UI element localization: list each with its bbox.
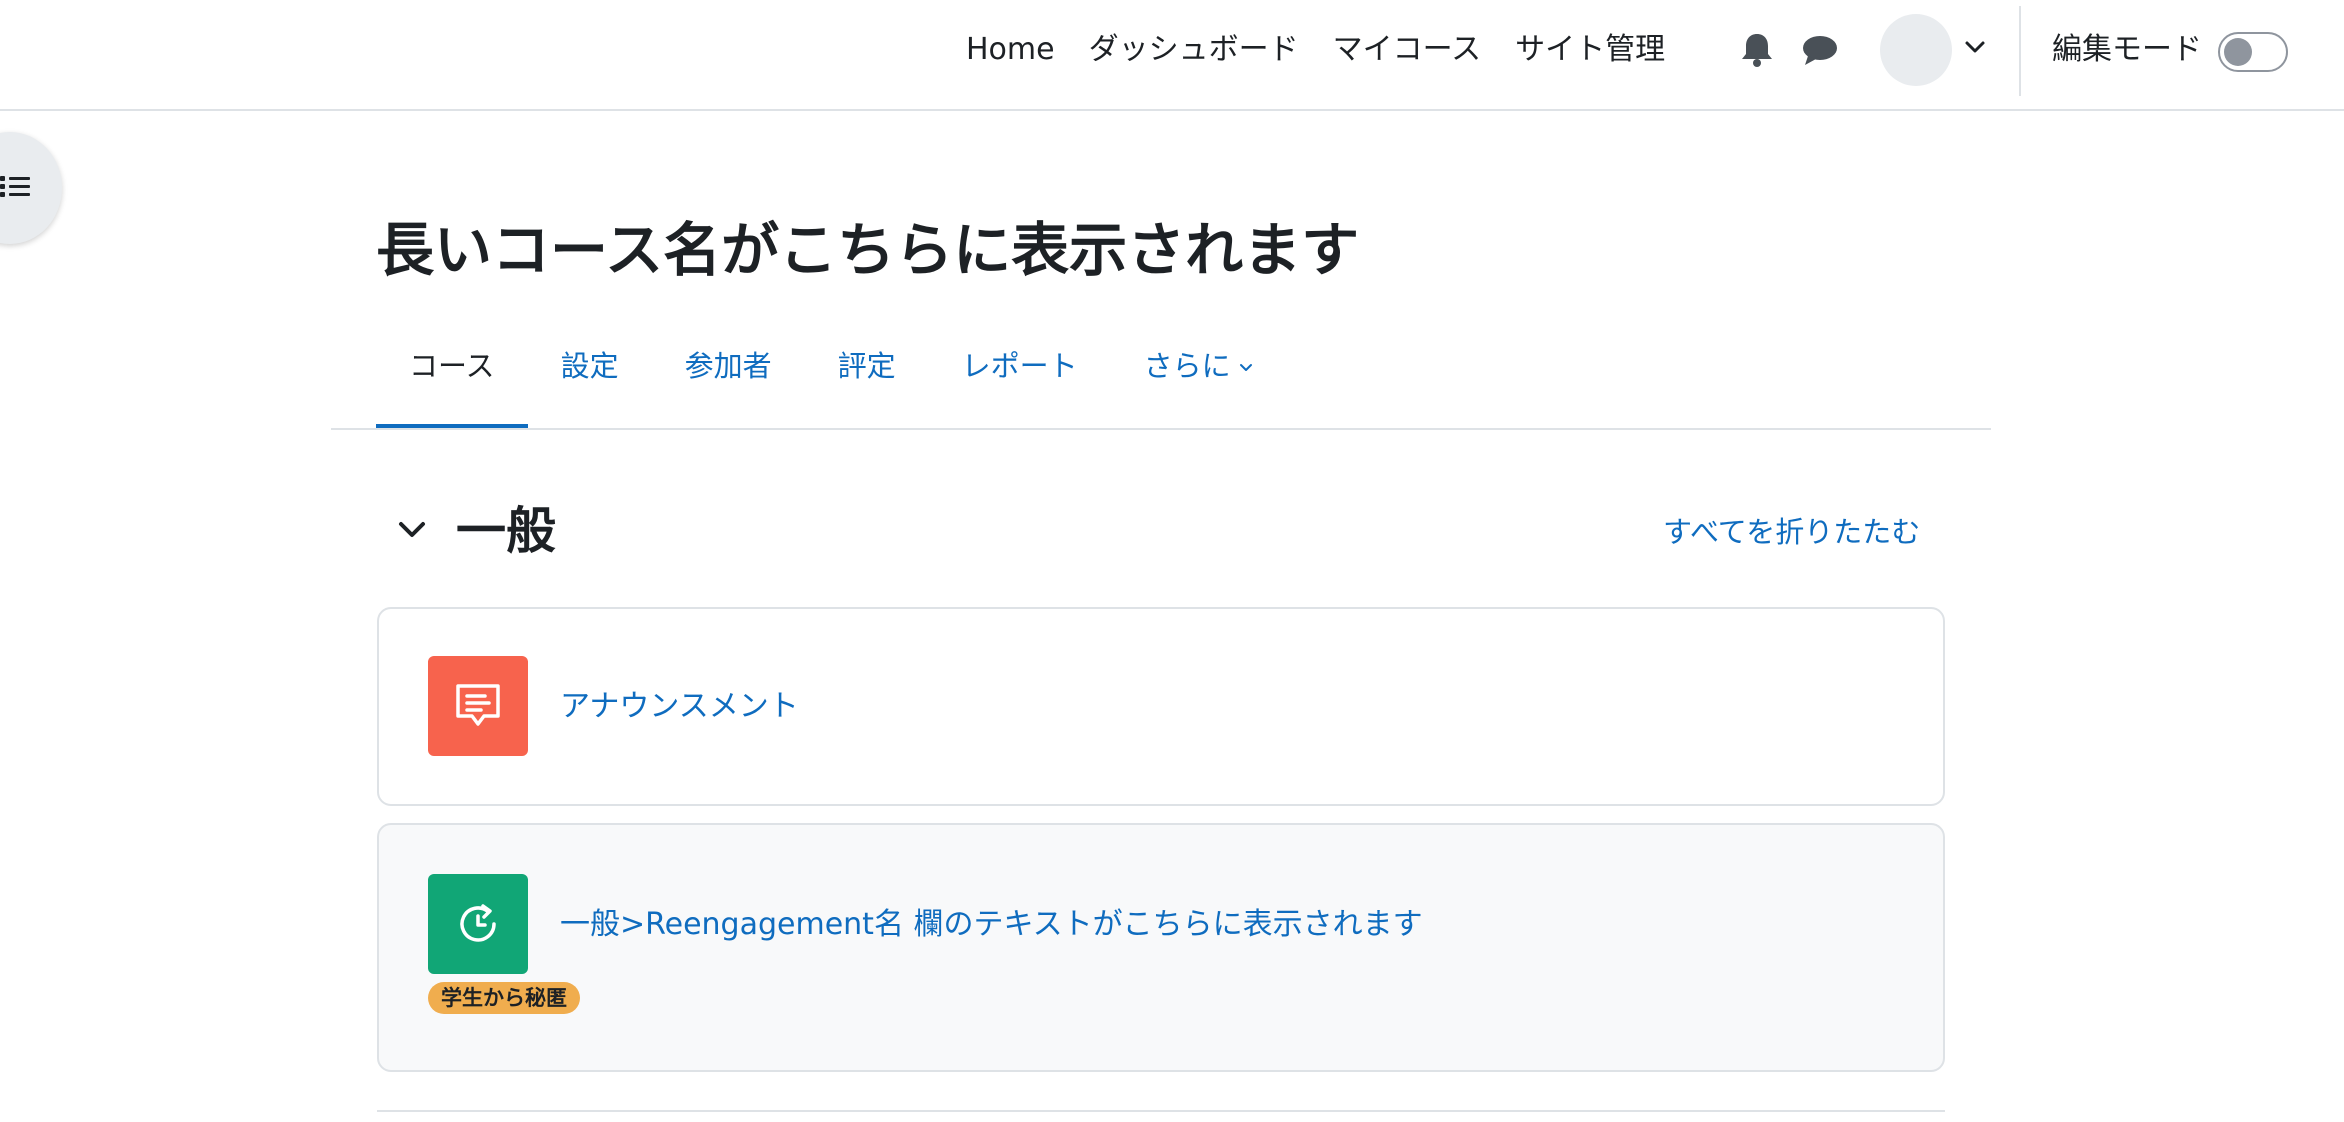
top-navbar: Home ダッシュボード マイコース サイト管理 編集モード xyxy=(0,0,2344,111)
bell-icon[interactable] xyxy=(1740,32,1774,68)
user-avatar[interactable] xyxy=(1880,14,1952,86)
primary-navigation: Home ダッシュボード マイコース サイト管理 xyxy=(966,30,1699,70)
reengagement-icon[interactable] xyxy=(428,874,528,974)
list-icon xyxy=(0,176,30,197)
collapse-all-link[interactable]: すべてを折りたたむ xyxy=(1663,512,1920,552)
nav-link-site-admin[interactable]: サイト管理 xyxy=(1515,30,1665,70)
activity-link-announcements[interactable]: アナウンスメント xyxy=(560,687,799,727)
tab-reports[interactable]: レポート xyxy=(929,338,1111,430)
nav-link-dashboard[interactable]: ダッシュボード xyxy=(1089,30,1299,70)
toggle-knob xyxy=(2224,38,2252,66)
section-collapse-chevron-icon[interactable] xyxy=(396,518,428,542)
tab-label: レポート xyxy=(961,349,1078,383)
section-title: 一般 xyxy=(456,502,556,560)
course-tabs: コース 設定 参加者 評定 レポート さらに xyxy=(376,338,1286,430)
tab-label: さらに xyxy=(1143,349,1231,383)
chevron-down-icon xyxy=(1239,364,1252,371)
nav-link-home[interactable]: Home xyxy=(966,30,1055,70)
hidden-from-students-badge: 学生から秘匿 xyxy=(428,982,580,1014)
chat-icon[interactable] xyxy=(1802,34,1838,66)
tab-label: コース xyxy=(409,349,495,383)
tab-label: 設定 xyxy=(560,349,619,383)
course-index-toggle[interactable] xyxy=(0,132,62,244)
tab-more[interactable]: さらに xyxy=(1111,338,1286,430)
forum-icon[interactable] xyxy=(428,656,528,756)
section-bottom-divider xyxy=(377,1110,1945,1112)
edit-mode-toggle[interactable] xyxy=(2218,32,2288,72)
tab-label: 評定 xyxy=(837,349,896,383)
activity-card: アナウンスメント xyxy=(377,607,1945,806)
course-title: 長いコース名がこちらに表示されます xyxy=(376,216,1360,284)
tab-label: 参加者 xyxy=(684,349,772,383)
tab-settings[interactable]: 設定 xyxy=(528,338,652,430)
tab-course[interactable]: コース xyxy=(376,338,528,430)
activity-link-reengagement[interactable]: 一般>Reengagement名 欄のテキストがこちらに表示されます xyxy=(560,905,1423,945)
chevron-down-icon[interactable] xyxy=(1964,40,1986,54)
tabs-divider xyxy=(331,428,1991,430)
nav-link-my-courses[interactable]: マイコース xyxy=(1333,30,1482,70)
tab-participants[interactable]: 参加者 xyxy=(652,338,805,430)
activity-card: 一般>Reengagement名 欄のテキストがこちらに表示されます 学生から秘… xyxy=(377,823,1945,1072)
tab-grades[interactable]: 評定 xyxy=(805,338,929,430)
edit-mode-label: 編集モード xyxy=(2052,32,2202,67)
navbar-divider xyxy=(2019,6,2021,96)
